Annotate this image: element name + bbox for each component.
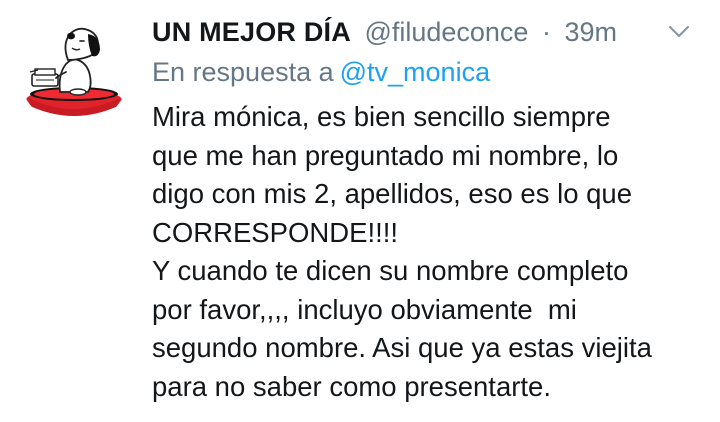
avatar[interactable]: [18, 14, 130, 126]
tweet-text-line: segundo nombre. Asi que ya estas viejita: [152, 332, 652, 363]
tweet-text-line: para no saber como presentarte.: [152, 370, 551, 402]
tweet-text-line: que me han preguntado mi nombre, lo: [152, 139, 619, 171]
chevron-down-icon[interactable]: [668, 24, 690, 40]
tweet-text-line: CORRESPONDE!!!!: [152, 216, 399, 248]
separator-dot: ·: [541, 17, 551, 47]
tweet-text-line: Y cuando te dicen su nombre completo: [152, 255, 629, 286]
tweet-header: UN MEJOR DÍA @filudeconce · 39m: [152, 12, 617, 52]
tweet-text-line: por favor,,,, incluyo obviamente mi: [152, 293, 577, 325]
reply-context: En respuesta a @tv_monica: [152, 52, 490, 92]
user-handle[interactable]: @filudeconce: [364, 17, 528, 47]
tweet-text-line: digo con mis 2, apellidos, eso es lo que: [152, 178, 633, 209]
tweet-text: Mira mónica, es bien sencillo siempre qu…: [152, 98, 712, 406]
display-name[interactable]: UN MEJOR DÍA: [152, 17, 351, 47]
snoopy-typewriter-icon: [26, 27, 122, 116]
reply-to-link[interactable]: @tv_monica: [340, 57, 490, 87]
timestamp[interactable]: 39m: [564, 17, 617, 47]
reply-prefix: En respuesta a: [152, 57, 334, 87]
tweet-text-line: Mira mónica, es bien sencillo siempre: [152, 101, 611, 132]
tweet: UN MEJOR DÍA @filudeconce · 39m En respu…: [0, 0, 720, 422]
